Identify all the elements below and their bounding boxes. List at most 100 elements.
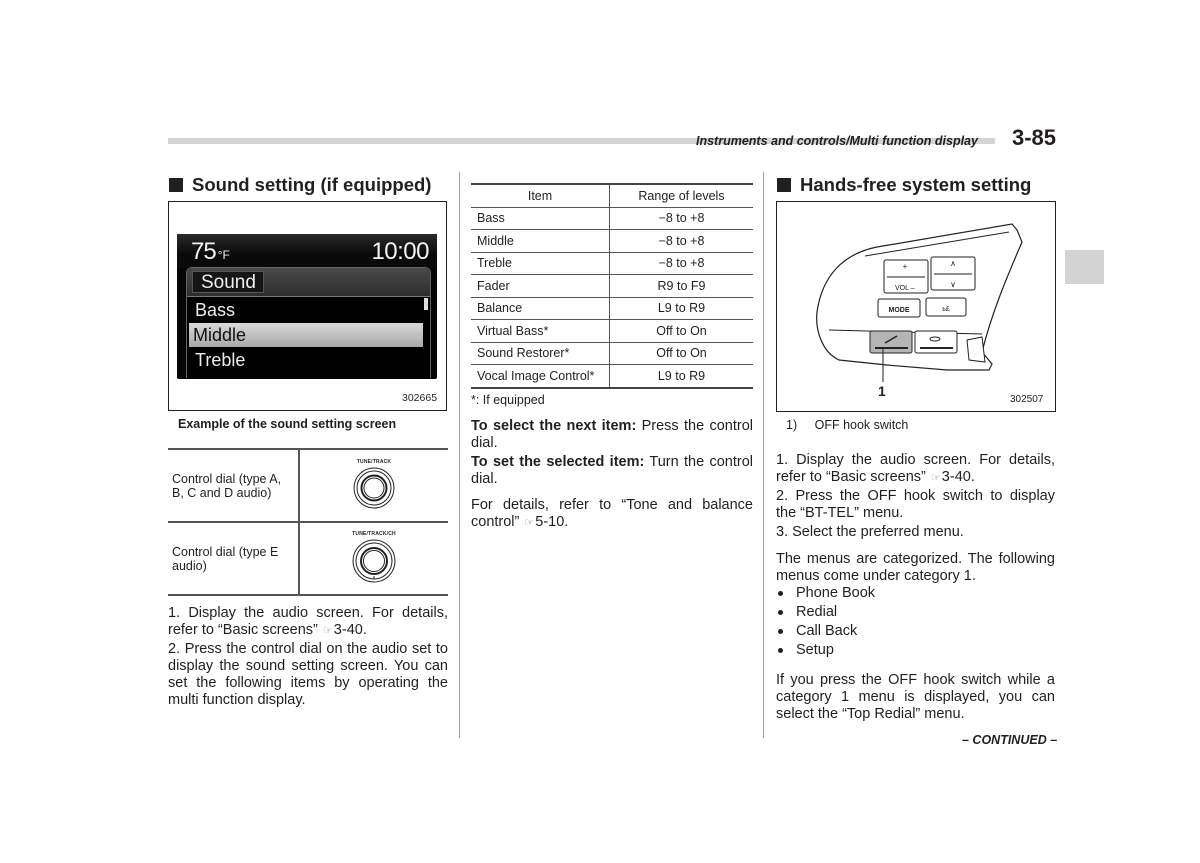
up-button-label: ∧	[950, 259, 956, 268]
legend-number: 1)	[786, 418, 798, 432]
dial-type-label: Control dial (type E audio)	[168, 521, 300, 596]
step-text: 1. Display the audio screen. For details…	[776, 452, 1055, 485]
table-row: Bass −8 to +8	[471, 207, 753, 230]
instruction-label: To set the selected item:	[471, 454, 645, 470]
mode-button-label: MODE	[889, 307, 910, 314]
instruction-set: To set the selected item: Turn the contr…	[471, 454, 753, 488]
dial-marking: TUNE/TRACK	[356, 458, 392, 465]
range-cell: L9 to R9	[609, 297, 753, 320]
menu-item-treble: Treble	[195, 350, 246, 370]
item-cell: Bass	[471, 207, 610, 230]
range-cell: −8 to +8	[609, 229, 753, 253]
figure-code: 302507	[1010, 394, 1044, 405]
page-reference: 3-40.	[333, 622, 367, 638]
voice-button-icon: ь£	[942, 306, 950, 313]
table-row: Sound Restorer* Off to On	[471, 342, 753, 365]
sound-setting-heading: Sound setting (if equipped)	[169, 174, 431, 196]
display-screen: 75 °F 10:00 Sound Bass Middle Treble	[177, 234, 437, 379]
reference-icon: ☞	[930, 472, 941, 484]
dial-type-label: Control dial (type A, B, C and D audio)	[168, 448, 300, 523]
menu-panel: Sound Bass Middle Treble	[186, 267, 431, 378]
column-header-item: Item	[471, 183, 610, 208]
list-item: Call Back	[776, 622, 1055, 641]
table-row: Treble −8 to +8	[471, 252, 753, 275]
steering-wheel-switch-illustration: + VOL – ∧ ∨ MODE ь£ 1 302507	[816, 223, 1044, 405]
steering-switch-figure: + VOL – ∧ ∨ MODE ь£ 1 302507	[776, 201, 1056, 412]
heading-square-icon	[169, 178, 183, 192]
legend-text: OFF hook switch	[814, 418, 909, 432]
step-2: 2. Press the control dial on the audio s…	[168, 641, 448, 708]
menu-title-bar: Sound	[187, 268, 430, 297]
hf-step-3: 3. Select the preferred menu.	[776, 524, 964, 540]
control-dial-icon	[353, 467, 395, 508]
dial-marking: TUNE/TRACK/CH	[352, 530, 396, 537]
range-cell: R9 to F9	[609, 274, 753, 298]
heading-text: Sound setting (if equipped)	[192, 174, 432, 195]
item-cell: Fader	[471, 274, 610, 298]
range-cell: L9 to R9	[609, 364, 753, 389]
levels-table: Item Range of levels Bass −8 to +8 Middle −…	[471, 183, 753, 389]
closing-paragraph: If you press the OFF hook switch while a…	[776, 672, 1055, 722]
item-cell: Vocal Image Control*	[471, 364, 610, 389]
category-1-menu-list: Phone Book Redial Call Back Setup	[776, 584, 1055, 660]
hands-free-heading: Hands-free system setting	[777, 174, 1031, 196]
footnote: *: If equipped	[471, 393, 545, 407]
control-dial-table: Control dial (type A, B, C and D audio) …	[168, 448, 448, 596]
range-cell: −8 to +8	[609, 207, 753, 230]
figure-caption: Example of the sound setting screen	[178, 417, 397, 431]
category-intro: The menus are categorized. The following…	[776, 551, 1055, 584]
hf-step-2: 2. Press the OFF hook switch to display …	[776, 488, 1055, 521]
figure-code: 302665	[402, 392, 438, 404]
reference-icon: ☞	[322, 625, 333, 637]
page-number: 3-85	[1012, 125, 1057, 150]
item-cell: Treble	[471, 252, 610, 275]
table-row: Balance L9 to R9	[471, 297, 753, 320]
heading-text: Hands-free system setting	[800, 174, 1032, 195]
column-divider	[459, 172, 460, 738]
range-cell: −8 to +8	[609, 252, 753, 275]
hf-step-1: 1. Display the audio screen. For details…	[776, 452, 1055, 487]
column-header-range: Range of levels	[609, 183, 753, 208]
range-cell: Off to On	[609, 342, 753, 365]
figure-legend: 1) OFF hook switch	[786, 418, 908, 432]
table-row: Control dial (type E audio) TUNE/TRACK/C…	[168, 521, 448, 596]
table-row: Virtual Bass* Off to On	[471, 319, 753, 343]
temperature-value: 75	[191, 238, 217, 265]
page-reference: 3-40.	[941, 469, 975, 485]
menu-title: Sound	[192, 271, 264, 293]
item-cell: Virtual Bass*	[471, 319, 610, 343]
step-text: 1. Display the audio screen. For details…	[168, 605, 448, 638]
item-cell: Sound Restorer*	[471, 342, 610, 365]
status-bar: 75 °F 10:00	[177, 234, 437, 268]
down-button-label: ∨	[950, 280, 956, 289]
vol-minus-label: VOL –	[895, 285, 915, 292]
temperature-unit: °F	[217, 248, 230, 262]
dial-illustration-cell: TUNE/TRACK/CH	[299, 521, 448, 596]
chapter-thumb-tab	[1065, 250, 1104, 284]
section-title: Instruments and controls/Multi function …	[696, 134, 978, 148]
continued-marker: – CONTINUED –	[962, 733, 1058, 747]
column-divider	[763, 172, 764, 738]
page-reference: 5-10.	[535, 514, 569, 530]
item-cell: Balance	[471, 297, 610, 320]
control-dial-icon	[352, 539, 396, 582]
list-item: Setup	[776, 641, 1055, 660]
heading-square-icon	[777, 178, 791, 192]
clock: 10:00	[371, 238, 429, 265]
item-cell: Middle	[471, 229, 610, 253]
table-header-row: Item Range of levels	[471, 183, 753, 208]
table-row: Middle −8 to +8	[471, 229, 753, 253]
instruction-label: To select the next item:	[471, 418, 637, 434]
table-row: Fader R9 to F9	[471, 274, 753, 298]
callout-number: 1	[878, 383, 886, 399]
step-1: 1. Display the audio screen. For details…	[168, 605, 448, 640]
table-row: Vocal Image Control* L9 to R9	[471, 364, 753, 389]
temperature-readout: 75 °F	[191, 238, 230, 266]
range-cell: Off to On	[609, 319, 753, 343]
list-item: Phone Book	[776, 584, 1055, 603]
list-item: Redial	[776, 603, 1055, 622]
instruction-select: To select the next item: Press the contr…	[471, 418, 753, 452]
reference-icon: ☞	[524, 517, 535, 529]
dial-illustration-cell: TUNE/TRACK	[299, 448, 448, 523]
vol-plus-label: +	[903, 262, 908, 271]
